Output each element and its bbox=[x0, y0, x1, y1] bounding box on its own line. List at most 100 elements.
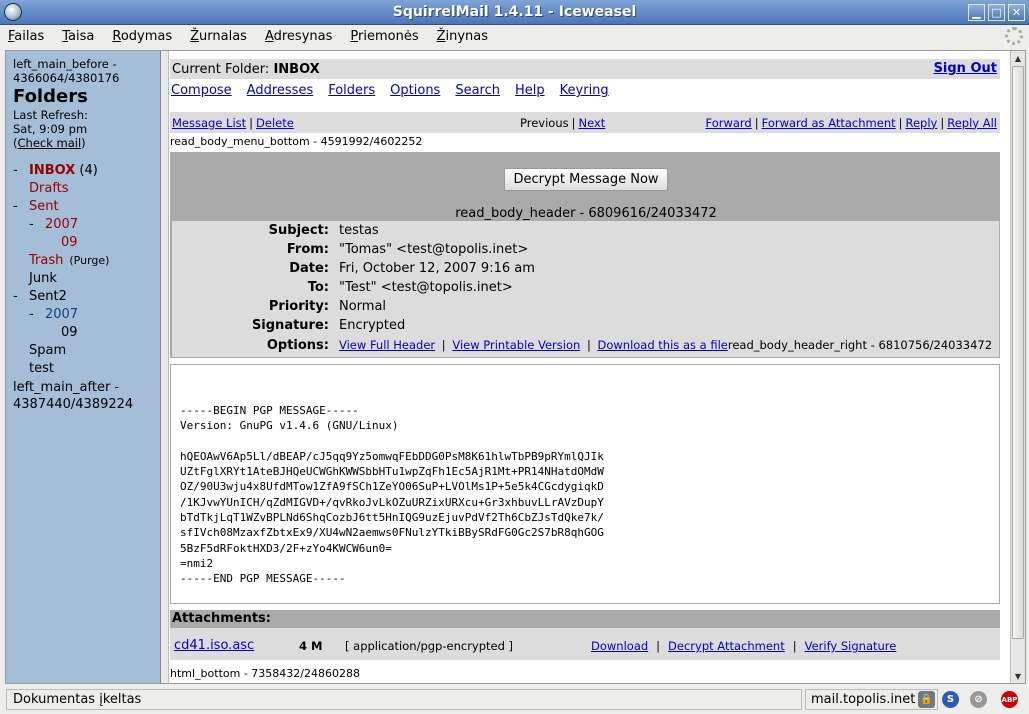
folder-sent2-2007[interactable]: -2007 bbox=[13, 306, 160, 324]
message-menu-bar: Message List | Delete Previous | Next Forwar… bbox=[170, 112, 1000, 133]
debug-header-right: read_body_header_right - 6810756/2403347… bbox=[727, 338, 993, 352]
minimize-icon[interactable]: ▁ bbox=[968, 4, 985, 21]
nav-options[interactable]: Options bbox=[390, 83, 440, 98]
current-folder-name: INBOX bbox=[273, 61, 320, 77]
view-printable-link[interactable]: View Printable Version bbox=[452, 338, 580, 352]
folder-sent2-2007-09[interactable]: 09 bbox=[13, 324, 160, 342]
folder-junk[interactable]: Junk bbox=[13, 270, 160, 288]
attachment-download-link[interactable]: Download bbox=[591, 639, 648, 653]
header-to-row: To: "Test" <test@topolis.inet> bbox=[307, 280, 513, 295]
menu-priemones[interactable]: Priemonės bbox=[348, 29, 420, 44]
nav-keyring[interactable]: Keyring bbox=[560, 83, 609, 98]
folder-sent-2007-09[interactable]: 09 bbox=[13, 234, 160, 252]
reply-all-link[interactable]: Reply All bbox=[947, 116, 997, 130]
reply-link[interactable]: Reply bbox=[906, 116, 938, 130]
menu-adresynas[interactable]: Adresynas bbox=[263, 29, 334, 44]
nav-search[interactable]: Search bbox=[455, 83, 500, 98]
header-subject-row: Subject: testas bbox=[268, 223, 379, 238]
attachment-type: [ application/pgp-encrypted ] bbox=[345, 639, 514, 653]
purge-link[interactable]: (Purge) bbox=[69, 254, 109, 267]
lock-icon[interactable]: 🔒 bbox=[918, 691, 935, 708]
delete-link[interactable]: Delete bbox=[256, 116, 294, 130]
header-date-row: Date: Fri, October 12, 2007 9:16 am bbox=[289, 261, 535, 276]
folder-spam[interactable]: Spam bbox=[13, 342, 160, 360]
nav-addresses[interactable]: Addresses bbox=[247, 83, 314, 98]
folders-heading: Folders bbox=[13, 86, 88, 107]
message-header-box: Decrypt Message Now read_body_header - 6… bbox=[170, 152, 1000, 358]
menu-zurnalas[interactable]: Žurnalas bbox=[188, 29, 249, 44]
main-nav: Compose Addresses Folders Options Search… bbox=[171, 83, 609, 98]
folder-test[interactable]: test bbox=[13, 360, 160, 378]
message-list-link[interactable]: Message List bbox=[172, 116, 246, 130]
adblock-icon[interactable]: ABP bbox=[1001, 691, 1018, 708]
debug-header: read_body_header - 6809616/24033472 bbox=[455, 206, 717, 221]
forward-link[interactable]: Forward bbox=[705, 116, 751, 130]
verify-signature-link[interactable]: Verify Signature bbox=[805, 639, 897, 653]
decrypt-attachment-link[interactable]: Decrypt Attachment bbox=[668, 639, 785, 653]
header-options-row: Options: View Full Header | View Printab… bbox=[266, 338, 993, 353]
scroll-down-icon[interactable]: ▼ bbox=[1011, 669, 1025, 683]
nav-compose[interactable]: Compose bbox=[171, 83, 232, 98]
iceweasel-icon[interactable] bbox=[4, 3, 22, 21]
nav-help[interactable]: Help bbox=[515, 83, 545, 98]
pgp-message-text: -----BEGIN PGP MESSAGE----- Version: Gnu… bbox=[180, 404, 604, 586]
debug-menu-bottom: read_body_menu_bottom - 4591992/4602252 bbox=[170, 135, 423, 148]
attachments-box: Attachments: cd41.iso.asc 4 M [ applicat… bbox=[170, 610, 1000, 660]
close-icon[interactable]: ✕ bbox=[1008, 4, 1025, 21]
noscript-icon[interactable]: ⊘ bbox=[970, 691, 987, 708]
scroll-thumb[interactable] bbox=[1012, 66, 1024, 639]
folder-inbox[interactable]: - INBOX (4) bbox=[13, 162, 160, 180]
folder-list: - INBOX (4) Drafts - Sent -2007 09 Trash (P… bbox=[13, 162, 160, 378]
to-value: "Test" <test@topolis.inet> bbox=[339, 280, 513, 295]
maximize-icon[interactable]: □ bbox=[988, 4, 1005, 21]
window-controls: ▁ □ ✕ bbox=[968, 4, 1025, 21]
menu-taisa[interactable]: Taisa bbox=[60, 29, 96, 44]
folder-trash[interactable]: Trash (Purge) bbox=[13, 252, 160, 270]
header-signature-row: Signature: Encrypted bbox=[251, 318, 406, 333]
folder-drafts[interactable]: Drafts bbox=[13, 180, 160, 198]
scroll-up-icon[interactable]: ▲ bbox=[1011, 51, 1025, 65]
status-bar: Dokumentas įkeltas mail.topolis.inet 🔒 S… bbox=[0, 686, 1029, 714]
forward-attachment-link[interactable]: Forward as Attachment bbox=[762, 116, 896, 130]
next-link[interactable]: Next bbox=[578, 116, 605, 130]
debug-left-before: left_main_before - 4366064/4380176 bbox=[13, 57, 120, 85]
folder-sent[interactable]: - Sent bbox=[13, 198, 160, 216]
current-folder-bar: Current Folder: INBOX Sign Out bbox=[170, 59, 1000, 79]
subject-value: testas bbox=[339, 223, 379, 238]
menu-failas[interactable]: Failas bbox=[6, 29, 46, 44]
vertical-scrollbar[interactable]: ▲ ▼ bbox=[1010, 51, 1025, 683]
message-body: -----BEGIN PGP MESSAGE----- Version: Gnu… bbox=[170, 364, 1000, 604]
attachment-filename-link[interactable]: cd41.iso.asc bbox=[174, 637, 254, 655]
debug-html-bottom: html_bottom - 7358432/24860288 bbox=[170, 667, 360, 680]
view-full-header-link[interactable]: View Full Header bbox=[339, 338, 435, 352]
folder-sent-2007[interactable]: -2007 bbox=[13, 216, 160, 234]
s-icon[interactable]: S bbox=[942, 691, 959, 708]
message-pane: Current Folder: INBOX Sign Out Compose A… bbox=[169, 51, 1001, 683]
throbber-icon bbox=[1005, 27, 1023, 45]
header-from-row: From: "Tomas" <test@topolis.inet> bbox=[286, 242, 529, 257]
menu-rodymas[interactable]: Rodymas bbox=[110, 29, 174, 44]
folder-pane: left_main_before - 4366064/4380176 Folde… bbox=[6, 51, 160, 683]
priority-value: Normal bbox=[339, 299, 387, 314]
header-table: Subject: testas From: "Tomas" <test@topo… bbox=[172, 221, 999, 357]
frame-separator[interactable] bbox=[160, 51, 169, 683]
signature-value: Encrypted bbox=[339, 318, 406, 333]
download-file-link[interactable]: Download this as a file bbox=[597, 338, 727, 352]
from-value: "Tomas" <test@topolis.inet> bbox=[339, 242, 529, 257]
nav-folders[interactable]: Folders bbox=[328, 83, 375, 98]
attachments-heading: Attachments: bbox=[170, 610, 1000, 628]
sign-out-link[interactable]: Sign Out bbox=[934, 61, 997, 76]
date-value: Fri, October 12, 2007 9:16 am bbox=[339, 261, 535, 276]
header-priority-row: Priority: Normal bbox=[268, 299, 387, 314]
check-mail-link[interactable]: Check mail bbox=[18, 136, 82, 150]
page-content: left_main_before - 4366064/4380176 Folde… bbox=[5, 50, 1026, 684]
previous-label: Previous bbox=[520, 115, 569, 130]
window-title: SquirrelMail 1.4.11 - Iceweasel bbox=[392, 4, 637, 20]
folder-sent2[interactable]: - Sent2 bbox=[13, 288, 160, 306]
status-text: Dokumentas įkeltas bbox=[6, 689, 802, 710]
decrypt-message-button[interactable]: Decrypt Message Now bbox=[504, 168, 668, 191]
menubar: Failas Taisa Rodymas Žurnalas Adresynas … bbox=[0, 25, 1029, 48]
attachment-size: 4 M bbox=[299, 639, 323, 653]
attachment-row: cd41.iso.asc 4 M [ application/pgp-encry… bbox=[174, 637, 897, 655]
menu-zinynas[interactable]: Žinynas bbox=[435, 29, 490, 44]
